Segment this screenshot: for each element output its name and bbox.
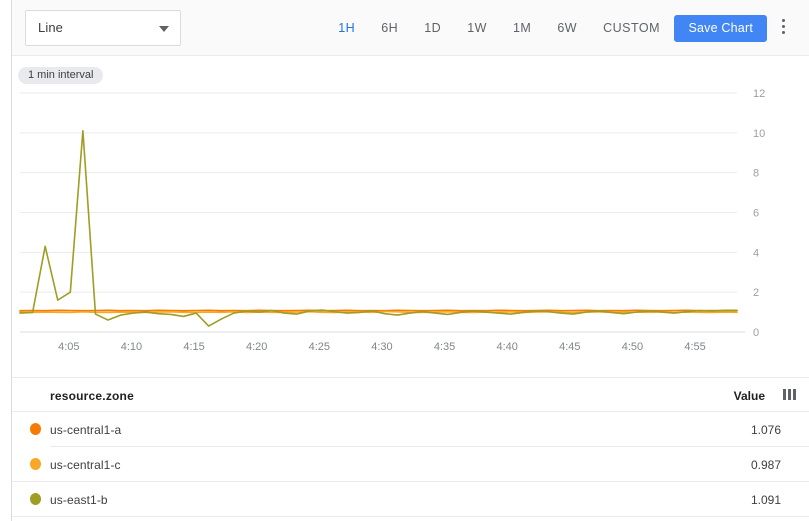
legend-row[interactable]: us-central1-c 0.987 xyxy=(12,447,809,481)
time-range-custom[interactable]: CUSTOM xyxy=(590,15,673,41)
time-range-1d[interactable]: 1D xyxy=(411,15,454,41)
x-axis-tick-label: 4:40 xyxy=(496,341,517,353)
chart-toolbar: Line 1H6H1D1W1M6WCUSTOM Save Chart xyxy=(12,0,809,56)
x-axis-tick-label: 4:45 xyxy=(559,341,580,353)
y-axis-tick-label: 4 xyxy=(753,247,759,259)
series-line xyxy=(20,131,737,326)
x-axis-tick-label: 4:50 xyxy=(622,341,643,353)
series-color-dot xyxy=(30,423,41,435)
y-axis-tick-label: 6 xyxy=(753,208,759,220)
x-axis-tick-label: 4:10 xyxy=(121,341,142,353)
x-axis-tick-label: 4:55 xyxy=(684,341,705,353)
time-range-group: 1H6H1D1W1M6WCUSTOM xyxy=(325,0,673,56)
x-axis-tick-label: 4:05 xyxy=(58,341,79,353)
column-header-zone: resource.zone xyxy=(50,389,134,403)
legend-table: resource.zone Value us-central1-a1.076us… xyxy=(12,377,809,521)
series-color-dot xyxy=(30,493,41,505)
x-axis-tick-label: 4:25 xyxy=(309,341,330,353)
series-name: us-central1-c xyxy=(50,458,121,472)
legend-row[interactable]: us-east1-b 1.091 xyxy=(12,482,809,516)
time-range-6h[interactable]: 6H xyxy=(368,15,411,41)
legend-row[interactable]: us-central1-a 1.076 xyxy=(12,412,809,446)
chart-type-value: Line xyxy=(38,20,63,35)
chart-svg: 0 2 4 6 8 10 12 4:05 4:10 4:15 4:20 4:25 4:30 4:35 4:4… xyxy=(12,56,809,376)
y-axis-tick-label: 10 xyxy=(753,128,765,140)
y-axis-tick-label: 0 xyxy=(753,327,759,339)
chart-editor-page: Line 1H6H1D1W1M6WCUSTOM Save Chart 1 min… xyxy=(0,0,809,521)
y-axis-tick-label: 2 xyxy=(753,287,759,299)
series-value: 0.987 xyxy=(751,458,781,472)
chevron-down-icon xyxy=(159,26,169,32)
x-axis-tick-label: 4:15 xyxy=(183,341,204,353)
series-name: us-east1-b xyxy=(50,493,108,507)
series-name: us-central1-a xyxy=(50,423,121,437)
time-range-6w[interactable]: 6W xyxy=(544,15,590,41)
chart-panel: 1 min interval 0246810124:054:104:154:20… xyxy=(12,56,809,376)
columns-layout-icon[interactable] xyxy=(783,389,797,400)
x-axis-tick-label: 4:30 xyxy=(371,341,392,353)
chart-plot-area[interactable]: 0 2 4 6 8 10 12 4:05 4:10 4:15 4:20 4:25 4:30 4:35 4:4… xyxy=(12,56,809,376)
y-axis-tick-label: 8 xyxy=(753,168,759,180)
chart-type-select[interactable]: Line xyxy=(25,10,181,46)
time-range-1h[interactable]: 1H xyxy=(325,15,368,41)
time-range-1m[interactable]: 1M xyxy=(500,15,544,41)
legend-row-separator xyxy=(12,516,809,517)
series-value: 1.091 xyxy=(751,493,781,507)
x-axis-tick-label: 4:35 xyxy=(434,341,455,353)
kebab-menu-icon[interactable] xyxy=(775,19,791,37)
y-axis-tick-label: 12 xyxy=(753,88,765,100)
x-axis-tick-label: 4:20 xyxy=(246,341,267,353)
legend-row-list: us-central1-a 1.076 us-central1-c 0.987 us-e… xyxy=(12,412,809,517)
column-header-value: Value xyxy=(734,389,765,403)
time-range-1w[interactable]: 1W xyxy=(454,15,500,41)
series-value: 1.076 xyxy=(751,423,781,437)
save-chart-button[interactable]: Save Chart xyxy=(674,15,767,42)
series-color-dot xyxy=(30,458,41,470)
legend-table-header: resource.zone Value xyxy=(12,378,809,412)
